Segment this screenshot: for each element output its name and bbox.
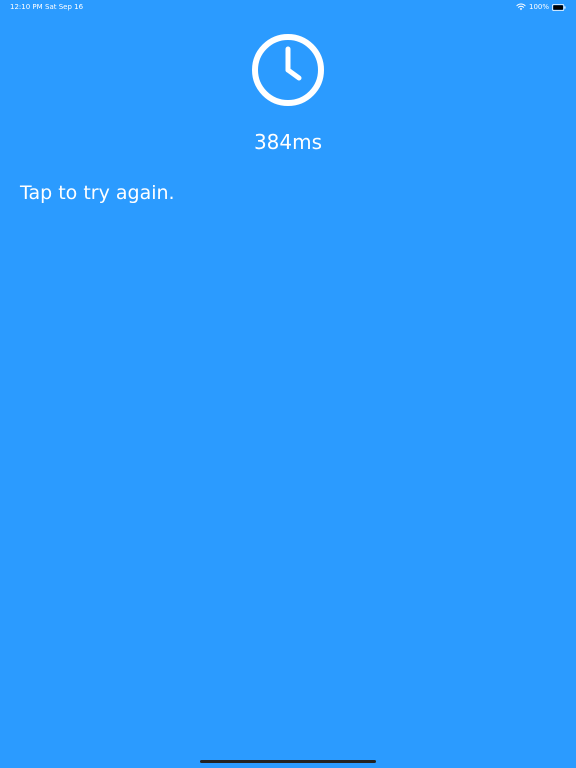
home-indicator[interactable] (200, 760, 376, 763)
status-time: 12:10 PM (10, 3, 43, 11)
status-right-group: 100% (516, 0, 566, 14)
wifi-icon (516, 3, 526, 11)
status-date: Sat Sep 16 (45, 3, 84, 11)
reaction-test-screen: 12:10 PM Sat Sep 16 100% 384ms Tap to tr… (0, 0, 576, 768)
tap-to-retry-area[interactable] (0, 14, 576, 754)
battery-icon (552, 3, 566, 11)
reaction-time-value: 384ms (253, 130, 323, 154)
try-again-message: Tap to try again. (20, 182, 175, 204)
status-bar: 12:10 PM Sat Sep 16 100% (0, 0, 576, 14)
battery-percent: 100% (528, 3, 549, 11)
clock-icon (252, 34, 324, 106)
